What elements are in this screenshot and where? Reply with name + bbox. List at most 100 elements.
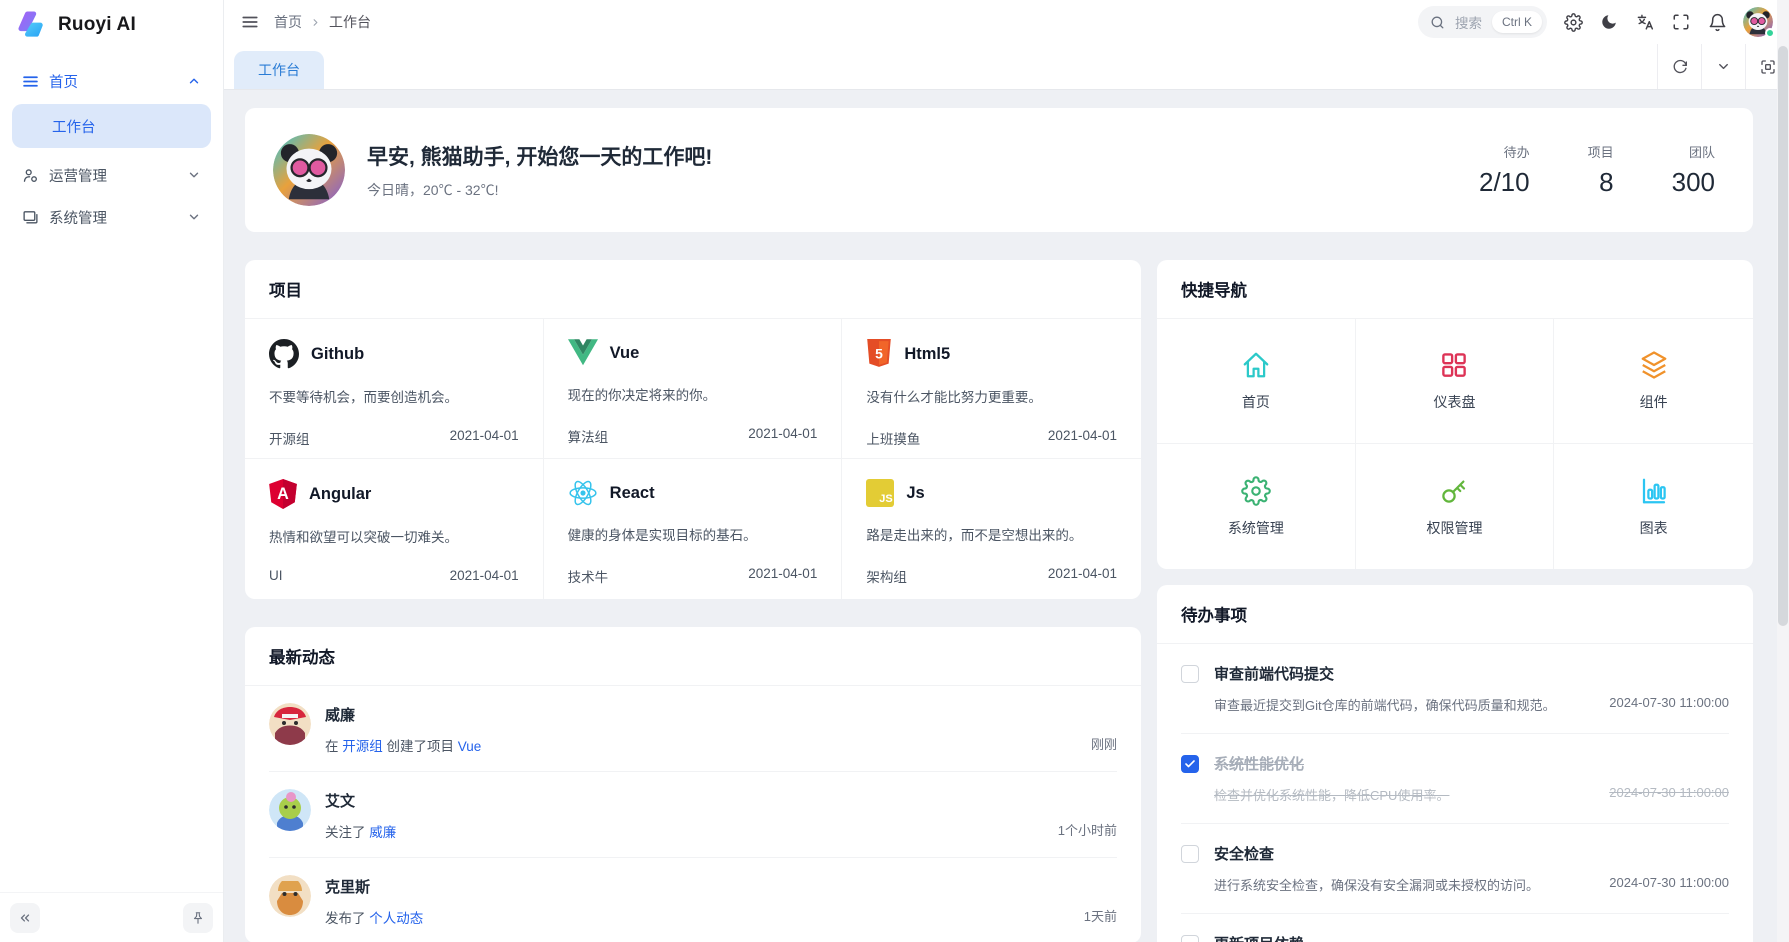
chevron-up-icon (187, 74, 201, 88)
activity-link-group[interactable]: 开源组 (342, 739, 383, 754)
quick-nav-label: 权限管理 (1426, 518, 1482, 538)
brand-name: Ruoyi AI (58, 14, 136, 36)
app-logo[interactable]: Ruoyi AI (0, 0, 223, 50)
quick-nav-grid: 首页 仪表盘 组件 (1157, 319, 1753, 569)
search-placeholder: 搜索 (1455, 12, 1482, 32)
project-group: 架构组 (866, 566, 907, 586)
collapse-sidebar-button[interactable] (10, 903, 40, 933)
workbench-page: 早安, 熊猫助手, 开始您一天的工作吧! 今日晴，20℃ - 32℃! 待办 2… (224, 90, 1789, 942)
projects-grid: Github 不要等待机会，而要创造机会。 开源组 2021-04-01 (245, 319, 1141, 599)
projects-panel-title: 项目 (245, 260, 1141, 319)
sidebar-menu: 首页 工作台 运营管理 系统管理 (0, 50, 223, 238)
pin-sidebar-button[interactable] (183, 903, 213, 933)
project-card-html5[interactable]: 5 Html5 没有什么才能比努力更重要。 上班摸鱼 2021-04-01 (842, 319, 1141, 459)
sidebar-item-operations[interactable]: 运营管理 (12, 154, 211, 196)
svg-text:5: 5 (875, 345, 883, 361)
sidebar-item-system[interactable]: 系统管理 (12, 196, 211, 238)
project-date: 2021-04-01 (450, 568, 519, 583)
project-card-vue[interactable]: Vue 现在的你决定将来的你。 算法组 2021-04-01 (544, 319, 843, 459)
user-avatar[interactable] (1743, 7, 1773, 37)
todo-row: 更新项目依赖 (1157, 914, 1753, 942)
settings-gear-icon[interactable] (1563, 12, 1583, 32)
project-name: Vue (610, 344, 640, 363)
quick-nav-dashboard[interactable]: 仪表盘 (1356, 319, 1555, 444)
todo-row: 安全检查 进行系统安全检查，确保没有安全漏洞或未授权的访问。 2024-07-3… (1157, 824, 1753, 913)
vue-icon (568, 339, 598, 367)
project-date: 2021-04-01 (748, 426, 817, 446)
welcome-stats: 待办 2/10 项目 8 团队 300 (1479, 142, 1725, 198)
project-card-angular[interactable]: A Angular 热情和欲望可以突破一切难关。 UI 2021-04-01 (245, 459, 544, 599)
quick-nav-home[interactable]: 首页 (1157, 319, 1356, 444)
home-icon (1241, 350, 1271, 380)
activity-link-feed[interactable]: 个人动态 (369, 911, 423, 926)
todo-desc: 检查并优化系统性能，降低CPU使用率。 (1214, 785, 1589, 804)
dark-mode-moon-icon[interactable] (1599, 12, 1619, 32)
notification-bell-icon[interactable] (1707, 12, 1727, 32)
project-card-react[interactable]: React 健康的身体是实现目标的基石。 技术牛 2021-04-01 (544, 459, 843, 599)
todo-checkbox[interactable] (1181, 665, 1199, 683)
stat-label: 团队 (1672, 142, 1715, 161)
todo-checkbox[interactable] (1181, 935, 1199, 942)
page-scrollbar[interactable] (1777, 0, 1789, 942)
stat-value: 2/10 (1479, 167, 1530, 198)
hamburger-menu-icon[interactable] (240, 12, 260, 32)
project-desc: 不要等待机会，而要创造机会。 (269, 386, 519, 406)
react-icon (568, 479, 598, 507)
sidebar-item-label: 工作台 (52, 116, 96, 137)
quick-nav-title: 快捷导航 (1157, 260, 1753, 319)
avatar (269, 875, 311, 917)
tab-options-chevron-icon[interactable] (1701, 44, 1745, 89)
todo-title: 安全检查 (1214, 843, 1729, 864)
page-scrollbar-thumb[interactable] (1778, 46, 1788, 626)
tab-workbench[interactable]: 工作台 (234, 51, 324, 89)
todo-title: 审查前端代码提交 (1214, 663, 1729, 684)
sidebar-item-home[interactable]: 首页 (12, 60, 211, 102)
menu-lines-icon (22, 73, 39, 90)
activity-row: 威廉 在 开源组 创建了项目 Vue 刚刚 (245, 686, 1141, 771)
project-group: 技术牛 (568, 566, 609, 586)
activity-row: 艾文 关注了 威廉 1个小时前 (245, 772, 1141, 857)
todo-date: 2024-07-30 11:00:00 (1609, 785, 1729, 804)
activity-time: 刚刚 (1091, 734, 1117, 755)
quick-nav-permissions[interactable]: 权限管理 (1356, 444, 1555, 569)
js-icon: JS (866, 479, 894, 507)
todo-desc: 进行系统安全检查，确保没有安全漏洞或未授权的访问。 (1214, 875, 1589, 894)
projects-panel: 项目 Github 不要等待机会，而要创造机会。 开源组 (245, 260, 1141, 599)
stat-value: 8 (1588, 167, 1614, 198)
todo-checkbox-checked[interactable] (1181, 755, 1199, 773)
stat-projects: 项目 8 (1588, 142, 1614, 198)
activity-link-project[interactable]: Vue (458, 739, 482, 754)
weather-text: 今日晴，20℃ - 32℃! (367, 180, 712, 200)
sidebar-item-workbench-active[interactable]: 工作台 (12, 104, 211, 148)
translate-icon[interactable] (1635, 12, 1655, 32)
github-icon (269, 339, 299, 369)
refresh-icon[interactable] (1657, 44, 1701, 89)
activity-user: 克里斯 (325, 876, 1070, 897)
top-header: 首页 工作台 搜索 Ctrl K (224, 0, 1789, 44)
breadcrumb-home[interactable]: 首页 (274, 12, 302, 32)
activity-middle: 创建了项目 (383, 739, 458, 754)
stat-label: 待办 (1479, 142, 1530, 161)
activity-prefix: 发布了 (325, 911, 369, 926)
search-input[interactable]: 搜索 Ctrl K (1418, 6, 1547, 38)
svg-text:JS: JS (880, 493, 893, 505)
todo-panel-title: 待办事项 (1157, 585, 1753, 644)
quick-nav-system[interactable]: 系统管理 (1157, 444, 1356, 569)
chevron-down-icon (187, 168, 201, 182)
quick-nav-label: 图表 (1640, 518, 1668, 538)
project-card-github[interactable]: Github 不要等待机会，而要创造机会。 开源组 2021-04-01 (245, 319, 544, 459)
stat-value: 300 (1672, 167, 1715, 198)
html5-icon: 5 (866, 339, 892, 369)
todo-checkbox[interactable] (1181, 845, 1199, 863)
quick-nav-label: 组件 (1640, 392, 1668, 412)
brand-logo-icon (16, 11, 48, 39)
quick-nav-charts[interactable]: 图表 (1554, 444, 1753, 569)
todo-date: 2024-07-30 11:00:00 (1609, 695, 1729, 714)
project-desc: 健康的身体是实现目标的基石。 (568, 524, 818, 544)
activity-link-user[interactable]: 威廉 (369, 825, 396, 840)
project-card-js[interactable]: JS Js 路是走出来的，而不是空想出来的。 架构组 2021-04-01 (842, 459, 1141, 599)
activity-text: 关注了 威廉 (325, 821, 1044, 841)
todo-row-done: 系统性能优化 检查并优化系统性能，降低CPU使用率。 2024-07-30 11… (1157, 734, 1753, 823)
quick-nav-components[interactable]: 组件 (1554, 319, 1753, 444)
fullscreen-icon[interactable] (1671, 12, 1691, 32)
